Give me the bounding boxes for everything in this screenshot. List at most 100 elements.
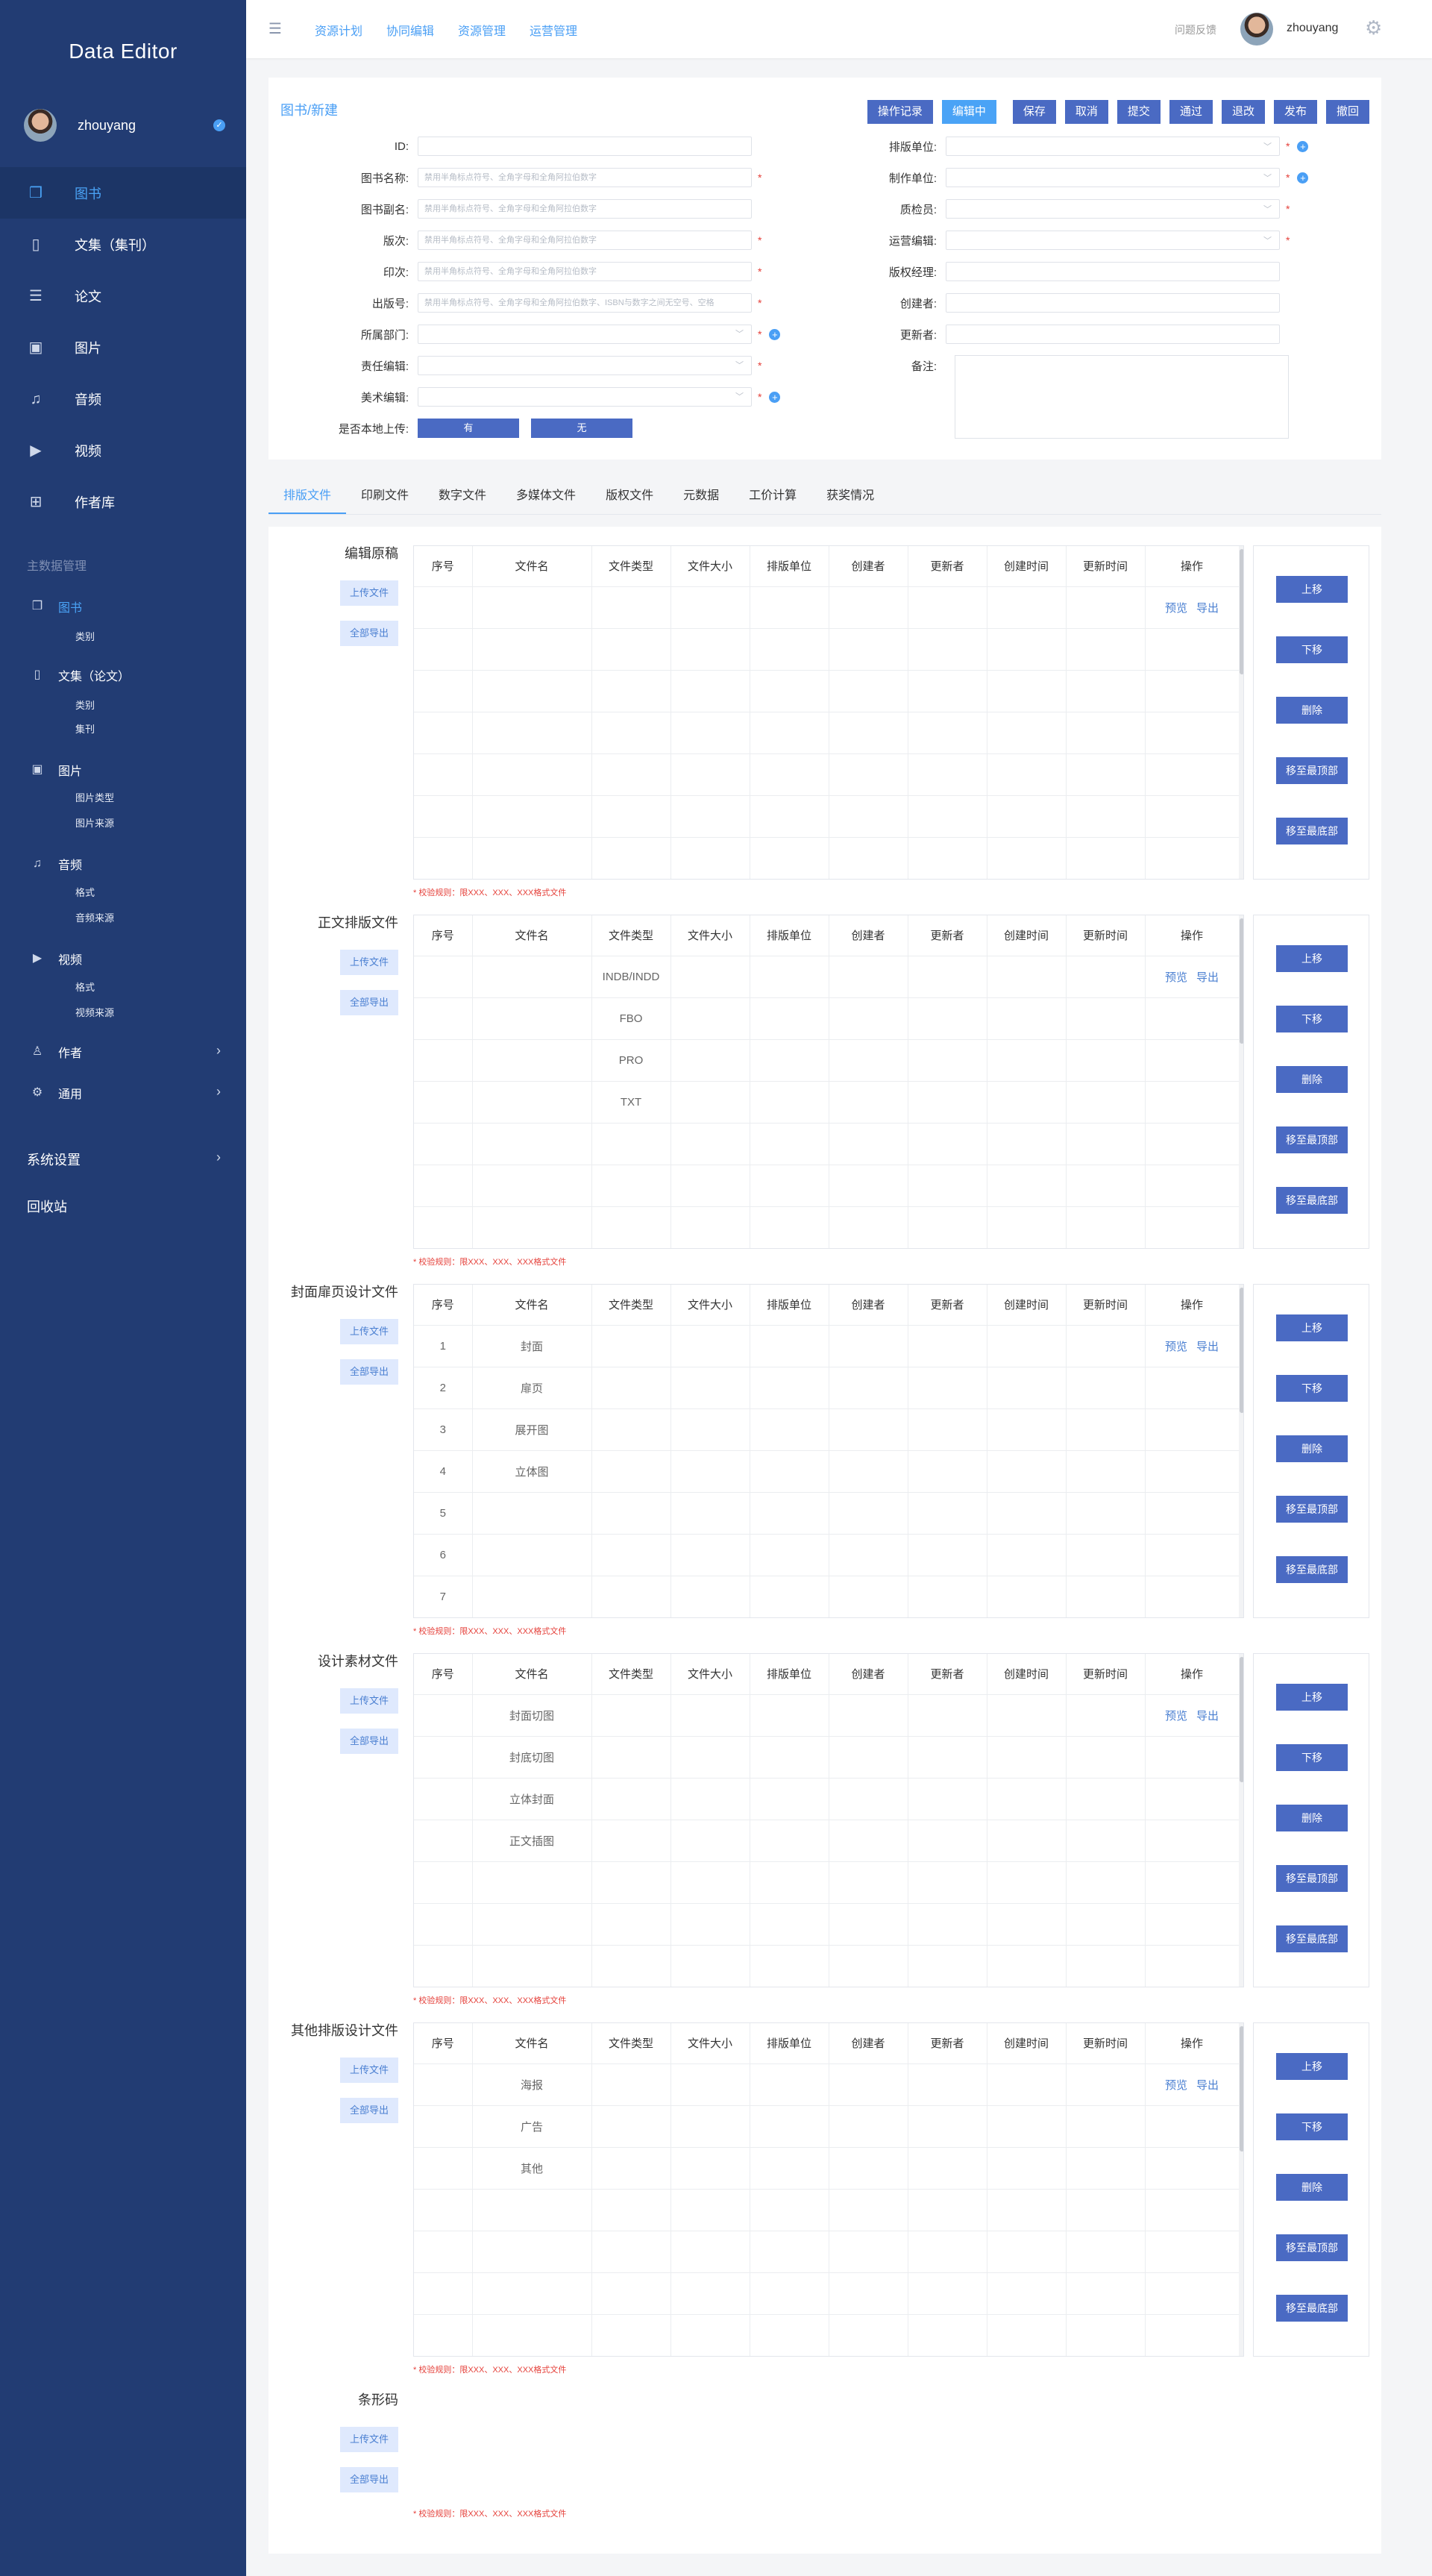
table-row[interactable]: 封底切图 bbox=[414, 1736, 1240, 1779]
breadcrumb[interactable]: 图书/新建 bbox=[280, 100, 338, 119]
upload-file-button[interactable]: 上传文件 bbox=[340, 2427, 398, 2452]
save-button[interactable]: 保存 bbox=[1012, 100, 1056, 124]
move-to-bottom-button[interactable]: 移至最底部 bbox=[1276, 1925, 1348, 1952]
export-all-button[interactable]: 全部导出 bbox=[340, 1729, 398, 1754]
sidebar-item-books[interactable]: ❒ 图书 bbox=[0, 167, 246, 219]
upload-file-button[interactable]: 上传文件 bbox=[340, 950, 398, 975]
sidebar-leaf-video-source[interactable]: 视频来源 bbox=[75, 1005, 114, 1019]
sidebar-leaf-collection-category[interactable]: 类别 bbox=[75, 698, 95, 712]
sidebar-leaf-audio-format[interactable]: 格式 bbox=[75, 885, 95, 899]
sidebar-system-settings[interactable]: 系统设置 bbox=[27, 1150, 81, 1169]
export-link[interactable]: 导出 bbox=[1196, 2079, 1219, 2092]
move-up-button[interactable]: 上移 bbox=[1276, 1684, 1348, 1711]
add-icon[interactable]: + bbox=[769, 328, 781, 340]
updater-input[interactable] bbox=[946, 325, 1280, 344]
table-scrollbar[interactable] bbox=[1239, 2023, 1243, 2356]
export-link[interactable]: 导出 bbox=[1196, 971, 1219, 984]
table-row[interactable]: 海报 预览 导出 bbox=[414, 2063, 1240, 2106]
delete-button[interactable]: 删除 bbox=[1276, 1066, 1348, 1093]
sidebar-group-general[interactable]: ⚙ 通用 bbox=[30, 1084, 82, 1102]
export-all-button[interactable]: 全部导出 bbox=[340, 2098, 398, 2123]
table-row[interactable] bbox=[414, 753, 1240, 796]
local-upload-yes[interactable]: 有 bbox=[418, 419, 519, 438]
submit-button[interactable]: 提交 bbox=[1117, 100, 1161, 124]
history-button[interactable]: 操作记录 bbox=[867, 100, 933, 124]
sidebar-item-images[interactable]: ▣ 图片 bbox=[0, 322, 246, 373]
publication-number-input[interactable]: 禁用半角标点符号、全角字母和全角阿拉伯数字、ISBN与数字之间无空号、空格 bbox=[418, 293, 752, 313]
edition-input[interactable]: 禁用半角标点符号、全角字母和全角阿拉伯数字 bbox=[418, 231, 752, 250]
sidebar-item-audio[interactable]: ♫ 音频 bbox=[0, 373, 246, 424]
delete-button[interactable]: 删除 bbox=[1276, 697, 1348, 724]
sidebar-group-authors[interactable]: ♙ 作者 bbox=[30, 1043, 82, 1061]
move-down-button[interactable]: 下移 bbox=[1276, 1744, 1348, 1771]
art-editor-select[interactable]: ﹀ bbox=[418, 387, 752, 407]
upload-file-button[interactable]: 上传文件 bbox=[340, 580, 398, 606]
preview-link[interactable]: 预览 bbox=[1165, 1710, 1187, 1723]
table-row[interactable]: TXT bbox=[414, 1081, 1240, 1124]
scrollbar-thumb[interactable] bbox=[1240, 549, 1243, 674]
table-row[interactable]: 封面切图 预览 导出 bbox=[414, 1694, 1240, 1737]
move-to-top-button[interactable]: 移至最顶部 bbox=[1276, 1126, 1348, 1153]
move-up-button[interactable]: 上移 bbox=[1276, 1314, 1348, 1341]
table-row[interactable]: 广告 bbox=[414, 2105, 1240, 2148]
add-icon[interactable]: + bbox=[769, 391, 781, 403]
move-down-button[interactable]: 下移 bbox=[1276, 636, 1348, 663]
move-up-button[interactable]: 上移 bbox=[1276, 945, 1348, 972]
sidebar-leaf-image-source[interactable]: 图片来源 bbox=[75, 815, 114, 830]
gear-icon[interactable]: ⚙ bbox=[1365, 16, 1382, 40]
table-row[interactable] bbox=[414, 1165, 1240, 1207]
table-scrollbar[interactable] bbox=[1239, 1285, 1243, 1617]
table-scrollbar[interactable] bbox=[1239, 546, 1243, 879]
scrollbar-thumb[interactable] bbox=[1240, 918, 1243, 1044]
avatar[interactable] bbox=[1240, 13, 1273, 46]
preview-link[interactable]: 预览 bbox=[1165, 2079, 1187, 2092]
move-to-bottom-button[interactable]: 移至最底部 bbox=[1276, 2295, 1348, 2322]
sidebar-group-books[interactable]: ❒ 图书 bbox=[30, 598, 82, 615]
copyright-manager-input[interactable] bbox=[946, 262, 1280, 281]
top-nav-operations[interactable]: 运营管理 bbox=[530, 21, 577, 39]
sidebar-recycle-bin[interactable]: 回收站 bbox=[27, 1197, 67, 1216]
table-scrollbar[interactable] bbox=[1239, 1654, 1243, 1987]
preview-link[interactable]: 预览 bbox=[1165, 1341, 1187, 1353]
upload-file-button[interactable]: 上传文件 bbox=[340, 1319, 398, 1344]
table-row[interactable] bbox=[414, 1903, 1240, 1946]
id-input[interactable] bbox=[418, 137, 752, 156]
approve-button[interactable]: 通过 bbox=[1169, 100, 1213, 124]
topbar-username[interactable]: zhouyang bbox=[1287, 22, 1338, 35]
move-down-button[interactable]: 下移 bbox=[1276, 1375, 1348, 1402]
feedback-link[interactable]: 问题反馈 bbox=[1175, 22, 1216, 37]
move-down-button[interactable]: 下移 bbox=[1276, 1006, 1348, 1032]
tab-copyright[interactable]: 版权文件 bbox=[591, 473, 668, 514]
operations-editor-select[interactable]: ﹀ bbox=[946, 231, 1280, 250]
table-row[interactable] bbox=[414, 2272, 1240, 2315]
table-scrollbar[interactable] bbox=[1239, 915, 1243, 1248]
move-to-top-button[interactable]: 移至最顶部 bbox=[1276, 2234, 1348, 2261]
tab-awards[interactable]: 获奖情况 bbox=[811, 473, 889, 514]
move-down-button[interactable]: 下移 bbox=[1276, 2113, 1348, 2140]
preview-link[interactable]: 预览 bbox=[1165, 971, 1187, 984]
editor-select[interactable]: ﹀ bbox=[418, 356, 752, 375]
move-to-bottom-button[interactable]: 移至最底部 bbox=[1276, 818, 1348, 844]
table-row[interactable] bbox=[414, 1945, 1240, 1987]
sidebar-item-video[interactable]: ▶ 视频 bbox=[0, 424, 246, 476]
editing-button[interactable]: 编辑中 bbox=[941, 100, 996, 124]
title-input[interactable]: 禁用半角标点符号、全角字母和全角阿拉伯数字 bbox=[418, 168, 752, 187]
table-row[interactable]: 5 bbox=[414, 1492, 1240, 1535]
export-all-button[interactable]: 全部导出 bbox=[340, 990, 398, 1015]
export-link[interactable]: 导出 bbox=[1196, 1710, 1219, 1723]
local-upload-no[interactable]: 无 bbox=[531, 419, 632, 438]
sidebar-leaf-journal[interactable]: 集刊 bbox=[75, 721, 95, 736]
cancel-button[interactable]: 取消 bbox=[1064, 100, 1108, 124]
table-row[interactable]: 6 bbox=[414, 1534, 1240, 1576]
subtitle-input[interactable]: 禁用半角标点符号、全角字母和全角阿拉伯数字 bbox=[418, 199, 752, 219]
typesetting-unit-select[interactable]: ﹀ bbox=[946, 137, 1280, 156]
export-link[interactable]: 导出 bbox=[1196, 602, 1219, 615]
tab-print[interactable]: 印刷文件 bbox=[346, 473, 424, 514]
table-row[interactable] bbox=[414, 2314, 1240, 2356]
sidebar-group-collections[interactable]: ▯ 文集（论文） bbox=[30, 666, 130, 684]
withdraw-button[interactable]: 撤回 bbox=[1325, 100, 1369, 124]
table-row[interactable]: 2 扉页 bbox=[414, 1367, 1240, 1409]
sidebar-leaf-image-type[interactable]: 图片类型 bbox=[75, 790, 114, 804]
delete-button[interactable]: 删除 bbox=[1276, 1805, 1348, 1831]
table-row[interactable] bbox=[414, 837, 1240, 879]
